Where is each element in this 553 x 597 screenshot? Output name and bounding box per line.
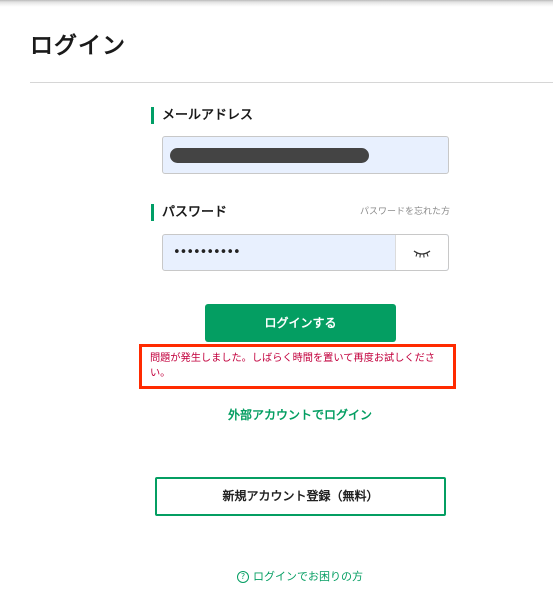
external-account-login-link: 外部アカウントでログイン	[0, 407, 553, 423]
login-help-link[interactable]: ? ログインでお困りの方	[237, 569, 363, 584]
question-circle-icon: ?	[237, 570, 249, 583]
error-message: 問題が発生しました。しばらく時間を置いて再度お試しください。	[139, 344, 456, 389]
top-shadow	[0, 0, 553, 7]
forgot-password-link[interactable]: パスワードを忘れた方	[360, 206, 450, 218]
eye-closed-icon	[413, 249, 431, 258]
register-button[interactable]: 新規アカウント登録（無料）	[155, 477, 446, 516]
login-button[interactable]: ログインする	[205, 304, 396, 342]
page-title: ログイン	[30, 33, 126, 59]
login-help-label: ログインでお困りの方	[253, 570, 363, 583]
show-password-toggle[interactable]	[395, 235, 448, 270]
external-account-login-label[interactable]: 外部アカウントでログイン	[228, 408, 372, 422]
email-input[interactable]	[162, 136, 449, 174]
email-label: メールアドレス	[151, 107, 253, 124]
password-label: パスワード	[151, 204, 227, 221]
password-input[interactable]: ••••••••••	[162, 234, 449, 271]
title-divider	[30, 82, 553, 83]
redacted-email-value	[170, 148, 369, 163]
password-value: ••••••••••	[173, 245, 241, 260]
